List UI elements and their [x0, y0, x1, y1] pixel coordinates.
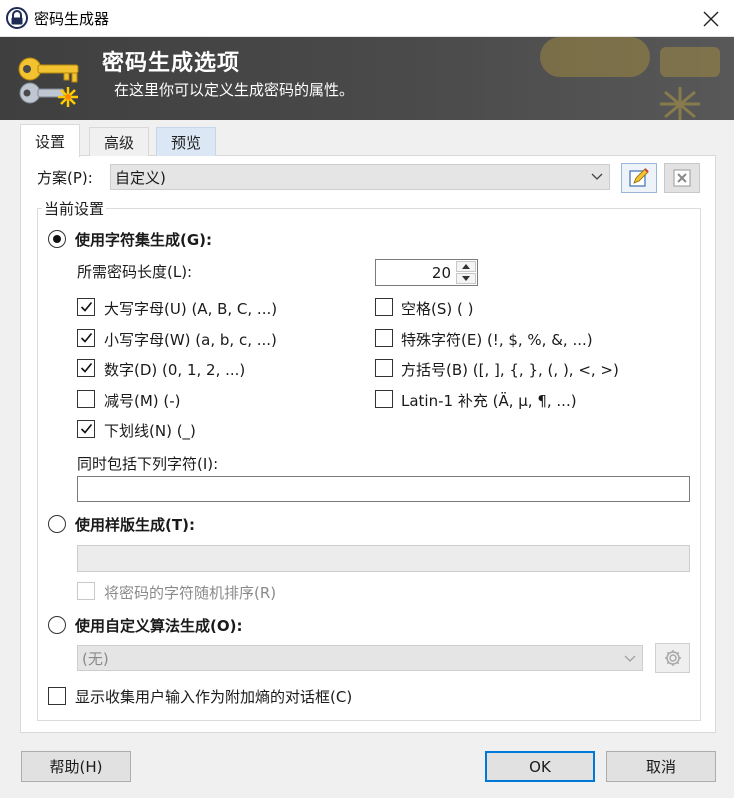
charset-mode-radio[interactable]	[48, 230, 66, 248]
uppercase-checkbox[interactable]	[77, 298, 95, 316]
banner-subtitle: 在这里你可以定义生成密码的属性。	[114, 81, 355, 99]
profile-label: 方案(P):	[37, 169, 93, 187]
latin1-checkbox[interactable]	[375, 390, 393, 408]
tab-advanced-label: 高级	[104, 133, 135, 152]
algorithm-options-button[interactable]	[655, 643, 690, 673]
title-bar: 密码生成器	[0, 0, 734, 37]
digits-label: 数字(D) (0, 1, 2, ...)	[104, 361, 246, 379]
underscore-checkbox[interactable]	[77, 420, 95, 438]
chevron-down-icon	[591, 173, 603, 180]
digits-checkbox[interactable]	[77, 359, 95, 377]
profile-value: 自定义)	[115, 168, 166, 187]
tab-settings-label: 设置	[35, 132, 66, 151]
length-increment-button[interactable]	[456, 261, 476, 272]
brackets-checkbox[interactable]	[375, 359, 393, 377]
delete-profile-button[interactable]	[664, 163, 700, 193]
ok-button-label: OK	[529, 757, 551, 776]
cancel-button-label: 取消	[645, 758, 676, 776]
length-stepper[interactable]: 20	[375, 259, 478, 286]
delete-profile-icon	[673, 169, 691, 187]
help-button-label: 帮助(H)	[49, 758, 103, 776]
minus-checkbox[interactable]	[77, 390, 95, 408]
pattern-mode-radio[interactable]	[48, 515, 66, 533]
tab-settings[interactable]: 设置	[20, 124, 81, 157]
entropy-label: 显示收集用户输入作为附加熵的对话框(C)	[75, 688, 353, 706]
banner-decoration	[540, 37, 720, 120]
checkmark-icon	[80, 362, 93, 373]
length-label: 所需密码长度(L):	[77, 263, 193, 281]
window-title: 密码生成器	[34, 10, 110, 28]
tab-preview-label: 预览	[171, 133, 202, 152]
tab-preview[interactable]: 预览	[156, 127, 217, 156]
latin1-label: Latin-1 补充 (Ä, µ, ¶, ...)	[401, 392, 577, 410]
edit-profile-button[interactable]	[621, 163, 657, 193]
underscore-label: 下划线(N) (_)	[104, 422, 196, 440]
banner-title: 密码生成选项	[102, 51, 241, 76]
pattern-input[interactable]	[77, 545, 690, 572]
help-button[interactable]: 帮助(H)	[21, 751, 131, 782]
charset-mode-label: 使用字符集生成(G):	[75, 231, 213, 249]
algorithm-value: (无)	[82, 649, 109, 668]
caret-up-icon	[462, 264, 470, 269]
space-label: 空格(S) ( )	[401, 300, 474, 318]
checkmark-icon	[80, 423, 93, 434]
shuffle-checkbox[interactable]	[77, 582, 95, 600]
entropy-checkbox[interactable]	[48, 687, 66, 705]
include-chars-input[interactable]	[77, 476, 690, 502]
length-value: 20	[431, 264, 451, 282]
include-chars-label: 同时包括下列字符(I):	[77, 455, 219, 473]
ok-button[interactable]: OK	[485, 751, 595, 782]
chevron-down-icon	[624, 655, 636, 662]
profile-select[interactable]: 自定义)	[110, 164, 610, 190]
header-banner: 密码生成选项 在这里你可以定义生成密码的属性。	[0, 37, 734, 120]
pattern-mode-label: 使用样版生成(T):	[75, 516, 195, 534]
length-decrement-button[interactable]	[456, 273, 476, 284]
space-checkbox[interactable]	[375, 298, 393, 316]
close-button[interactable]	[688, 0, 734, 37]
special-label: 特殊字符(E) (!, $, %, &, ...)	[401, 331, 593, 349]
brackets-label: 方括号(B) ([, ], {, }, (, ), <, >)	[401, 361, 619, 379]
tab-advanced[interactable]: 高级	[89, 127, 150, 156]
checkmark-icon	[80, 301, 93, 312]
keepass-lock-icon	[6, 7, 28, 29]
algorithm-select[interactable]: (无)	[77, 645, 643, 671]
checkmark-icon	[80, 332, 93, 343]
uppercase-label: 大写字母(U) (A, B, C, ...)	[104, 300, 278, 318]
close-icon	[703, 11, 719, 26]
keys-icon	[18, 57, 79, 107]
shuffle-label: 将密码的字符随机排序(R)	[104, 584, 277, 602]
caret-down-icon	[462, 276, 470, 281]
gear-icon	[664, 650, 681, 666]
custom-mode-label: 使用自定义算法生成(O):	[75, 617, 243, 635]
current-settings-caption: 当前设置	[42, 198, 107, 219]
special-checkbox[interactable]	[375, 329, 393, 347]
minus-label: 减号(M) (-)	[104, 392, 181, 410]
custom-mode-radio[interactable]	[48, 616, 66, 634]
edit-profile-icon	[629, 168, 649, 187]
lowercase-checkbox[interactable]	[77, 329, 95, 347]
lowercase-label: 小写字母(W) (a, b, c, ...)	[104, 331, 277, 349]
cancel-button[interactable]: 取消	[606, 751, 716, 782]
